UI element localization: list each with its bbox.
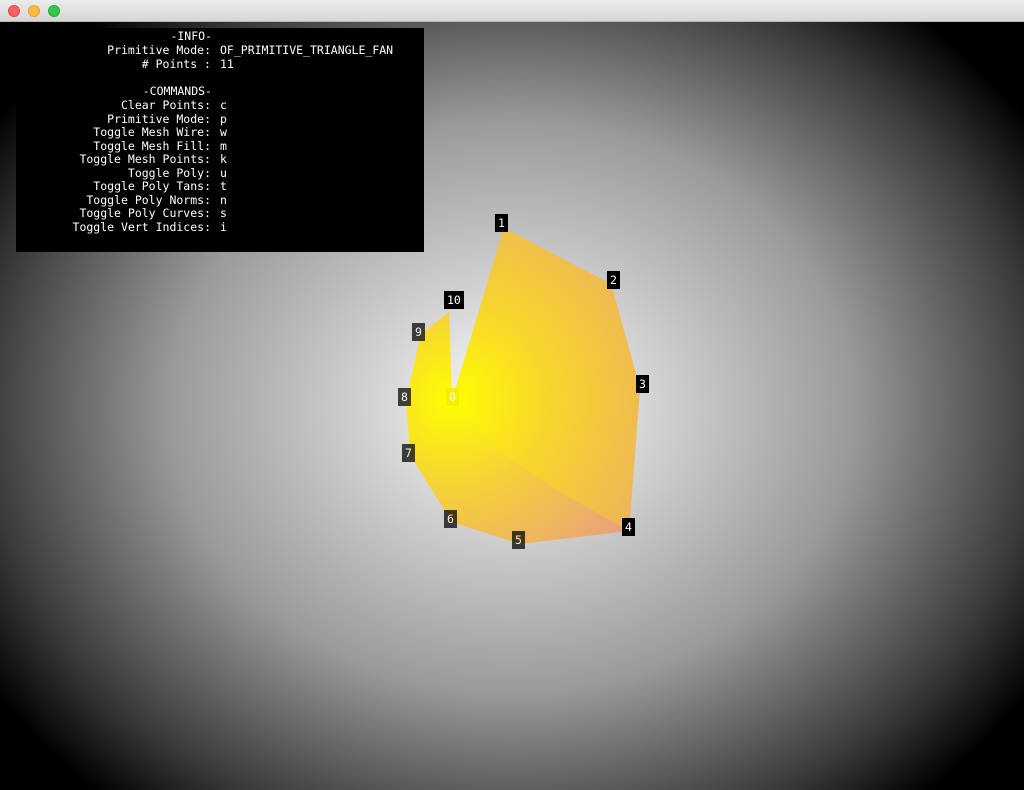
info-row-primitive-mode: Primitive Mode: OF_PRIMITIVE_TRIANGLE_FA… [16, 43, 424, 58]
app-window: -INFO- Primitive Mode: OF_PRIMITIVE_TRIA… [0, 0, 1024, 790]
command-key: w [220, 125, 227, 139]
command-label: Clear Points: [120, 98, 211, 112]
command-row: Toggle Poly Curves: s [16, 206, 424, 221]
command-label: Toggle Poly Curves: [79, 206, 211, 220]
command-row: Toggle Poly Tans: t [16, 179, 424, 194]
vertex-index-label: 6 [444, 510, 457, 528]
vertex-index-label: 8 [398, 388, 411, 406]
vertex-index-label: 7 [402, 444, 415, 462]
vertex-index-label: 0 [446, 388, 459, 406]
command-label: Toggle Vert Indices: [72, 219, 211, 234]
info-label: Primitive Mode: [107, 43, 211, 57]
commands-header: -COMMANDS- [142, 84, 212, 98]
vertex-index-label: 2 [607, 271, 620, 289]
vertex-index-label: 4 [622, 518, 635, 536]
vertex-index-label: 5 [512, 531, 525, 549]
command-key: t [220, 179, 227, 193]
command-label: Toggle Poly Tans: [93, 179, 211, 193]
info-value: OF_PRIMITIVE_TRIANGLE_FAN [220, 43, 394, 57]
title-bar [0, 0, 1024, 22]
zoom-window-button[interactable] [48, 5, 60, 17]
minimize-window-button[interactable] [28, 5, 40, 17]
close-window-button[interactable] [8, 5, 20, 17]
command-key: c [220, 98, 227, 112]
info-value: 11 [220, 57, 234, 71]
info-label: # Points : [141, 57, 211, 71]
info-header: -INFO- [170, 29, 212, 43]
vertex-index-label: 10 [444, 291, 464, 309]
render-canvas[interactable]: -INFO- Primitive Mode: OF_PRIMITIVE_TRIA… [0, 22, 1024, 790]
command-key: k [220, 152, 227, 166]
vertex-index-label: 1 [495, 214, 508, 232]
vertex-index-label: 3 [636, 375, 649, 393]
command-key: s [220, 206, 227, 220]
command-row: Toggle Vert Indices: i [16, 219, 424, 235]
command-key: i [220, 219, 227, 234]
vertex-index-label: 9 [412, 323, 425, 341]
command-row: Clear Points: c [16, 98, 424, 113]
info-row-points: # Points : 11 [16, 57, 424, 72]
command-label: Toggle Mesh Points: [79, 152, 211, 166]
command-row: Toggle Mesh Wire: w [16, 125, 424, 140]
command-label: Toggle Mesh Wire: [93, 125, 211, 139]
info-panel: -INFO- Primitive Mode: OF_PRIMITIVE_TRIA… [16, 28, 424, 252]
command-row: Toggle Mesh Points: k [16, 152, 424, 167]
